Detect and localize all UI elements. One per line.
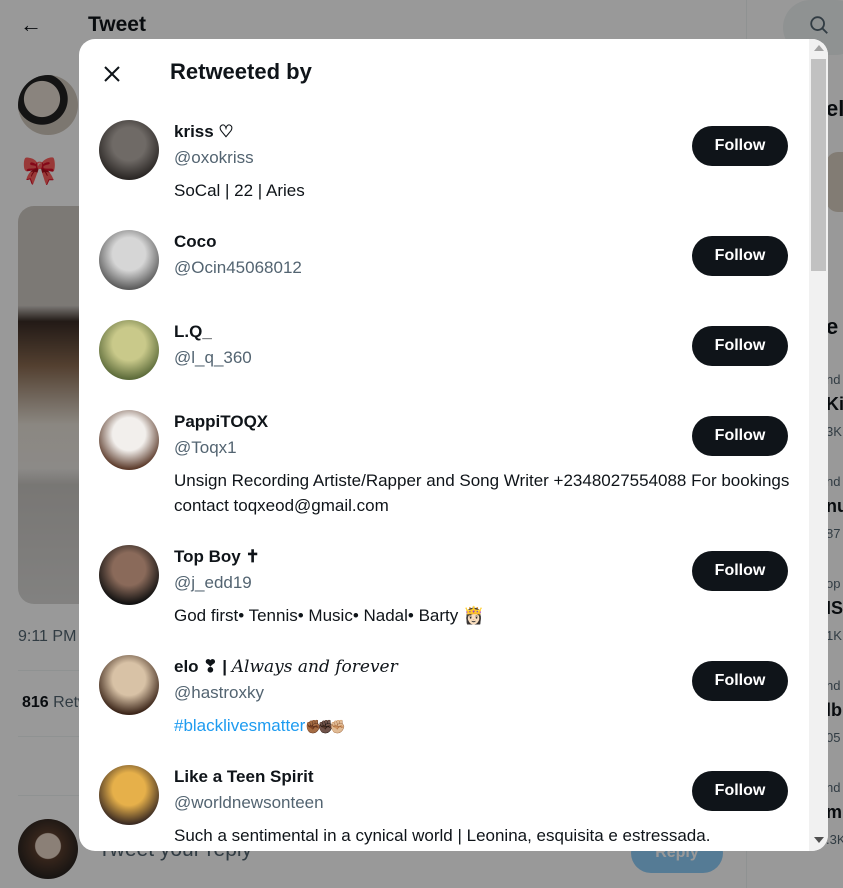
user-name[interactable]: Like a Teen Spirit xyxy=(174,767,314,787)
hashtag-link[interactable]: #blacklivesmatter xyxy=(174,716,305,735)
user-name[interactable]: Top Boy ✝ xyxy=(174,547,260,567)
raised-fist-emoji-icon: ✊🏾✊🏿✊🏼 xyxy=(305,719,346,734)
user-handle: @hastroxky xyxy=(174,683,265,702)
user-bio: #blacklivesmatter✊🏾✊🏿✊🏼 xyxy=(174,713,794,739)
user-bio: God first• Tennis• Music• Nadal• Barty 👸… xyxy=(174,606,485,625)
avatar[interactable] xyxy=(99,230,159,290)
dialog-title: Retweeted by xyxy=(170,59,312,84)
user-handle: @worldnewsonteen xyxy=(174,793,324,812)
scroll-down-arrow-icon[interactable] xyxy=(814,837,824,843)
user-handle: @j_edd19 xyxy=(174,573,252,592)
user-bio: Unsign Recording Artiste/Rapper and Song… xyxy=(174,471,790,515)
close-icon xyxy=(104,66,120,82)
user-handle: @Ocin45068012 xyxy=(174,258,302,277)
user-name[interactable]: L.Q_ xyxy=(174,322,212,342)
user-handle: @oxokriss xyxy=(174,148,254,167)
follow-button[interactable]: Follow xyxy=(692,326,788,366)
avatar[interactable] xyxy=(99,655,159,715)
user-name[interactable]: Coco xyxy=(174,232,217,252)
close-button[interactable] xyxy=(97,59,127,89)
avatar[interactable] xyxy=(99,545,159,605)
follow-button[interactable]: Follow xyxy=(692,236,788,276)
dialog-scrollbar[interactable] xyxy=(809,39,828,851)
user-name[interactable]: PappiTOQX xyxy=(174,412,268,432)
follow-button[interactable]: Follow xyxy=(692,416,788,456)
user-handle: @l_q_360 xyxy=(174,348,252,367)
follow-button[interactable]: Follow xyxy=(692,551,788,591)
scrollbar-thumb[interactable] xyxy=(811,59,826,271)
avatar[interactable] xyxy=(99,410,159,470)
avatar[interactable] xyxy=(99,320,159,380)
avatar[interactable] xyxy=(99,120,159,180)
avatar[interactable] xyxy=(99,765,159,825)
dialog-header: Retweeted by xyxy=(79,39,809,107)
follow-button[interactable]: Follow xyxy=(692,771,788,811)
follow-button[interactable]: Follow xyxy=(692,661,788,701)
user-name-text: elo ❣ | xyxy=(174,657,232,676)
user-bio: SoCal | 22 | Aries xyxy=(174,181,305,200)
user-name-italic: Always and forever xyxy=(231,657,398,677)
user-name[interactable]: elo ❣ | Always and forever xyxy=(174,657,398,677)
user-handle: @Toqx1 xyxy=(174,438,237,457)
follow-button[interactable]: Follow xyxy=(692,126,788,166)
user-bio: Such a sentimental in a cynical world | … xyxy=(174,826,711,845)
user-name[interactable]: kriss ♡ xyxy=(174,122,234,142)
retweeted-by-dialog: Retweeted by kriss ♡ @oxokriss SoCal | 2… xyxy=(79,39,828,851)
scroll-up-arrow-icon[interactable] xyxy=(814,45,824,51)
